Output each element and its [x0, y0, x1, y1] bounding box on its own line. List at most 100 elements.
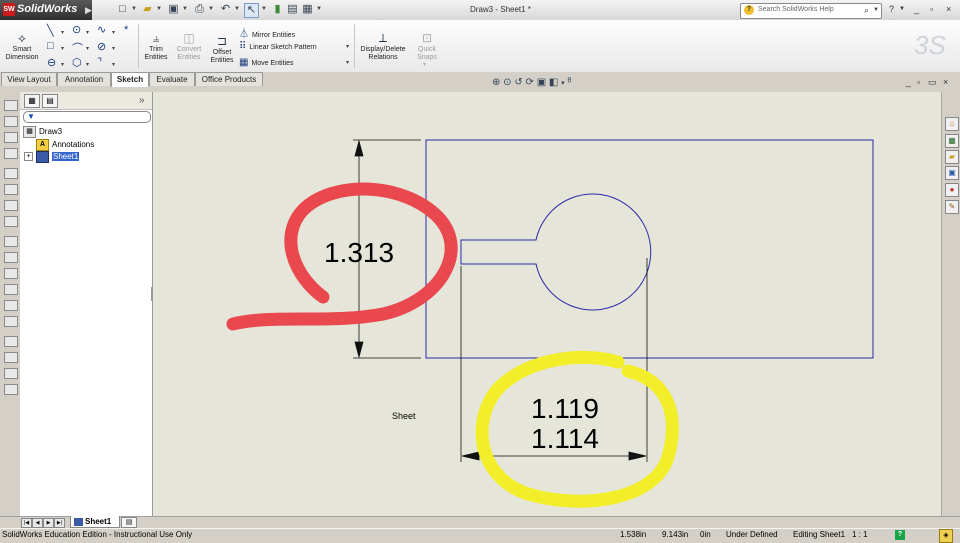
view-palette-icon[interactable]: ▣ [945, 166, 959, 180]
pattern-dropdown-icon[interactable]: ▾ [346, 43, 349, 50]
move-entities-button[interactable]: ▦ Move Entities [239, 57, 293, 68]
viewport-minimize-button[interactable]: _ [906, 77, 911, 87]
status-scale[interactable]: 1 : 1 [852, 528, 868, 542]
previous-sheet-icon[interactable]: ◀ [32, 518, 43, 528]
expand-sheet-icon[interactable]: + [24, 152, 33, 161]
circle-tool-icon[interactable]: ⊙ [72, 23, 81, 36]
dimension-value-vertical[interactable]: 1.313 [324, 237, 394, 268]
move-dropdown-icon[interactable]: ▾ [346, 59, 349, 66]
appearances-icon[interactable]: ● [945, 183, 959, 197]
file-explorer-icon[interactable]: ▰ [945, 150, 959, 164]
first-sheet-icon[interactable]: |◀ [21, 518, 32, 528]
dimension-value-horizontal-1[interactable]: 1.119 [531, 393, 599, 424]
feature-tree-filter-input[interactable]: ▼ [23, 111, 151, 123]
ellipse-tool-icon[interactable]: ⊘ [97, 40, 106, 53]
options-icon[interactable]: ▦ [301, 3, 314, 16]
property-manager-tab-icon[interactable]: ▤ [42, 94, 58, 108]
slot-tool-icon[interactable]: ⊖ [47, 56, 56, 69]
convert-entities-button[interactable]: ◫ Convert Entities [172, 24, 206, 62]
display-style-icon[interactable]: ▣ [537, 77, 546, 88]
weld-symbol-icon[interactable] [4, 284, 18, 295]
spline-dropdown-icon[interactable]: ▾ [112, 29, 115, 36]
keyhole-slot-outline[interactable] [460, 193, 652, 311]
rectangle-dropdown-icon[interactable]: ▾ [61, 45, 64, 52]
sheet-tab-sheet1[interactable]: Sheet1 [70, 516, 120, 528]
solidworks-menu-button[interactable]: SW SolidWorks ▶ [0, 0, 92, 20]
line-tool-icon[interactable]: ╲ [47, 24, 54, 37]
grid-icon[interactable] [4, 116, 18, 127]
print-dropdown-icon[interactable]: ▼ [208, 6, 214, 12]
zoom-to-area-icon[interactable]: ⊙ [503, 77, 511, 88]
sketch-icon[interactable] [4, 100, 18, 111]
undo-icon[interactable]: ↶ [219, 3, 232, 16]
help-dropdown-icon[interactable]: ▼ [899, 6, 905, 12]
polygon-dropdown-icon[interactable]: ▾ [86, 61, 89, 68]
zoom-to-fit-icon[interactable]: ⊕ [492, 77, 500, 88]
tab-evaluate[interactable]: Evaluate [149, 72, 195, 86]
previous-view-icon[interactable]: ↺ [514, 77, 522, 88]
design-library-icon[interactable]: ▦ [945, 134, 959, 148]
tree-item-annotations[interactable]: A Annotations [36, 139, 94, 151]
arc-tool-icon[interactable]: ⌒ [72, 40, 83, 56]
fillet-tool-icon[interactable]: ⌝ [97, 56, 102, 69]
trim-entities-button[interactable]: ⫨ Trim Entities [142, 24, 170, 62]
align-icon[interactable] [4, 184, 18, 195]
viewport-tile-button[interactable]: ▭ [928, 77, 937, 88]
search-dropdown-icon[interactable]: ▼ [873, 7, 879, 13]
area-hatch-icon[interactable] [4, 384, 18, 395]
new-dropdown-icon[interactable]: ▼ [131, 6, 137, 12]
fillet-dropdown-icon[interactable]: ▾ [112, 61, 115, 68]
hole-callout-icon[interactable] [4, 336, 18, 347]
rotate-view-icon[interactable]: ⟳ [526, 77, 534, 88]
point-tool-icon[interactable]: * [124, 24, 128, 36]
restore-button[interactable]: ▫ [930, 4, 933, 14]
equal-icon[interactable] [4, 216, 18, 227]
search-icon[interactable]: ⌕ [864, 5, 869, 16]
datum-icon[interactable] [4, 300, 18, 311]
line-dropdown-icon[interactable]: ▾ [61, 29, 64, 36]
drawing-canvas[interactable]: 1.313 1.119 1.114 Sheet [153, 92, 941, 516]
status-options-icon[interactable]: ◈ [939, 529, 953, 543]
custom-properties-icon[interactable]: ✎ [945, 200, 959, 214]
help-button[interactable]: ? [889, 4, 894, 14]
dimension-icon[interactable] [4, 168, 18, 179]
print-icon[interactable]: ⎙ [193, 3, 206, 16]
expand-panel-icon[interactable]: » [139, 95, 145, 106]
quick-snaps-button[interactable]: ⊡ Quick Snaps [412, 24, 442, 62]
display-delete-relations-button[interactable]: ⟂ Display/Delete Relations [357, 24, 409, 62]
tree-item-sheet1[interactable]: Sheet1 [36, 151, 80, 163]
select-pointer-icon[interactable]: ↖ [244, 3, 259, 18]
search-box[interactable]: ? Search SolidWorks Help ⌕ ▼ [740, 3, 882, 19]
slot-dropdown-icon[interactable]: ▾ [61, 61, 64, 68]
smart-dimension-button[interactable]: ⟡ Smart Dimension [2, 24, 42, 62]
feature-tree-tab-icon[interactable]: ▦ [24, 94, 40, 108]
layout-icon[interactable] [4, 132, 18, 143]
hide-show-icon[interactable]: ◧ [549, 77, 558, 88]
minimize-button[interactable]: _ [914, 4, 919, 14]
new-document-icon[interactable]: □ [116, 3, 129, 16]
open-folder-icon[interactable]: ▰ [141, 3, 154, 16]
offset-entities-button[interactable]: ⊐ Offset Entities [207, 27, 237, 65]
linear-sketch-pattern-button[interactable]: ⠿ Linear Sketch Pattern [239, 41, 317, 52]
tab-view-layout[interactable]: View Layout [1, 72, 57, 86]
balloon-icon[interactable] [4, 252, 18, 263]
centerline-icon[interactable] [4, 368, 18, 379]
delete-relations-icon[interactable] [4, 200, 18, 211]
quick-snaps-dropdown-icon[interactable]: ▾ [423, 61, 426, 68]
save-dropdown-icon[interactable]: ▼ [182, 6, 188, 12]
center-mark-icon[interactable] [4, 352, 18, 363]
ellipse-dropdown-icon[interactable]: ▾ [112, 45, 115, 52]
viewport-restore-button[interactable]: ▫ [917, 77, 920, 87]
viewport-close-button[interactable]: × [943, 77, 948, 87]
dimension-value-horizontal-2[interactable]: 1.114 [531, 423, 599, 454]
file-properties-icon[interactable]: ▤ [286, 3, 299, 16]
note-icon[interactable] [4, 236, 18, 247]
rectangle-tool-icon[interactable]: □ [47, 40, 54, 52]
mirror-entities-button[interactable]: ⏃ Mirror Entities [239, 25, 295, 40]
select-dropdown-icon[interactable]: ▼ [261, 6, 267, 12]
view-settings-dropdown-icon[interactable]: ▾ [561, 80, 565, 87]
tab-annotation[interactable]: Annotation [57, 72, 111, 86]
tree-item-draw3[interactable]: ▦ Draw3 [23, 126, 62, 138]
tolerance-icon[interactable] [4, 316, 18, 327]
table-icon[interactable] [4, 148, 18, 159]
